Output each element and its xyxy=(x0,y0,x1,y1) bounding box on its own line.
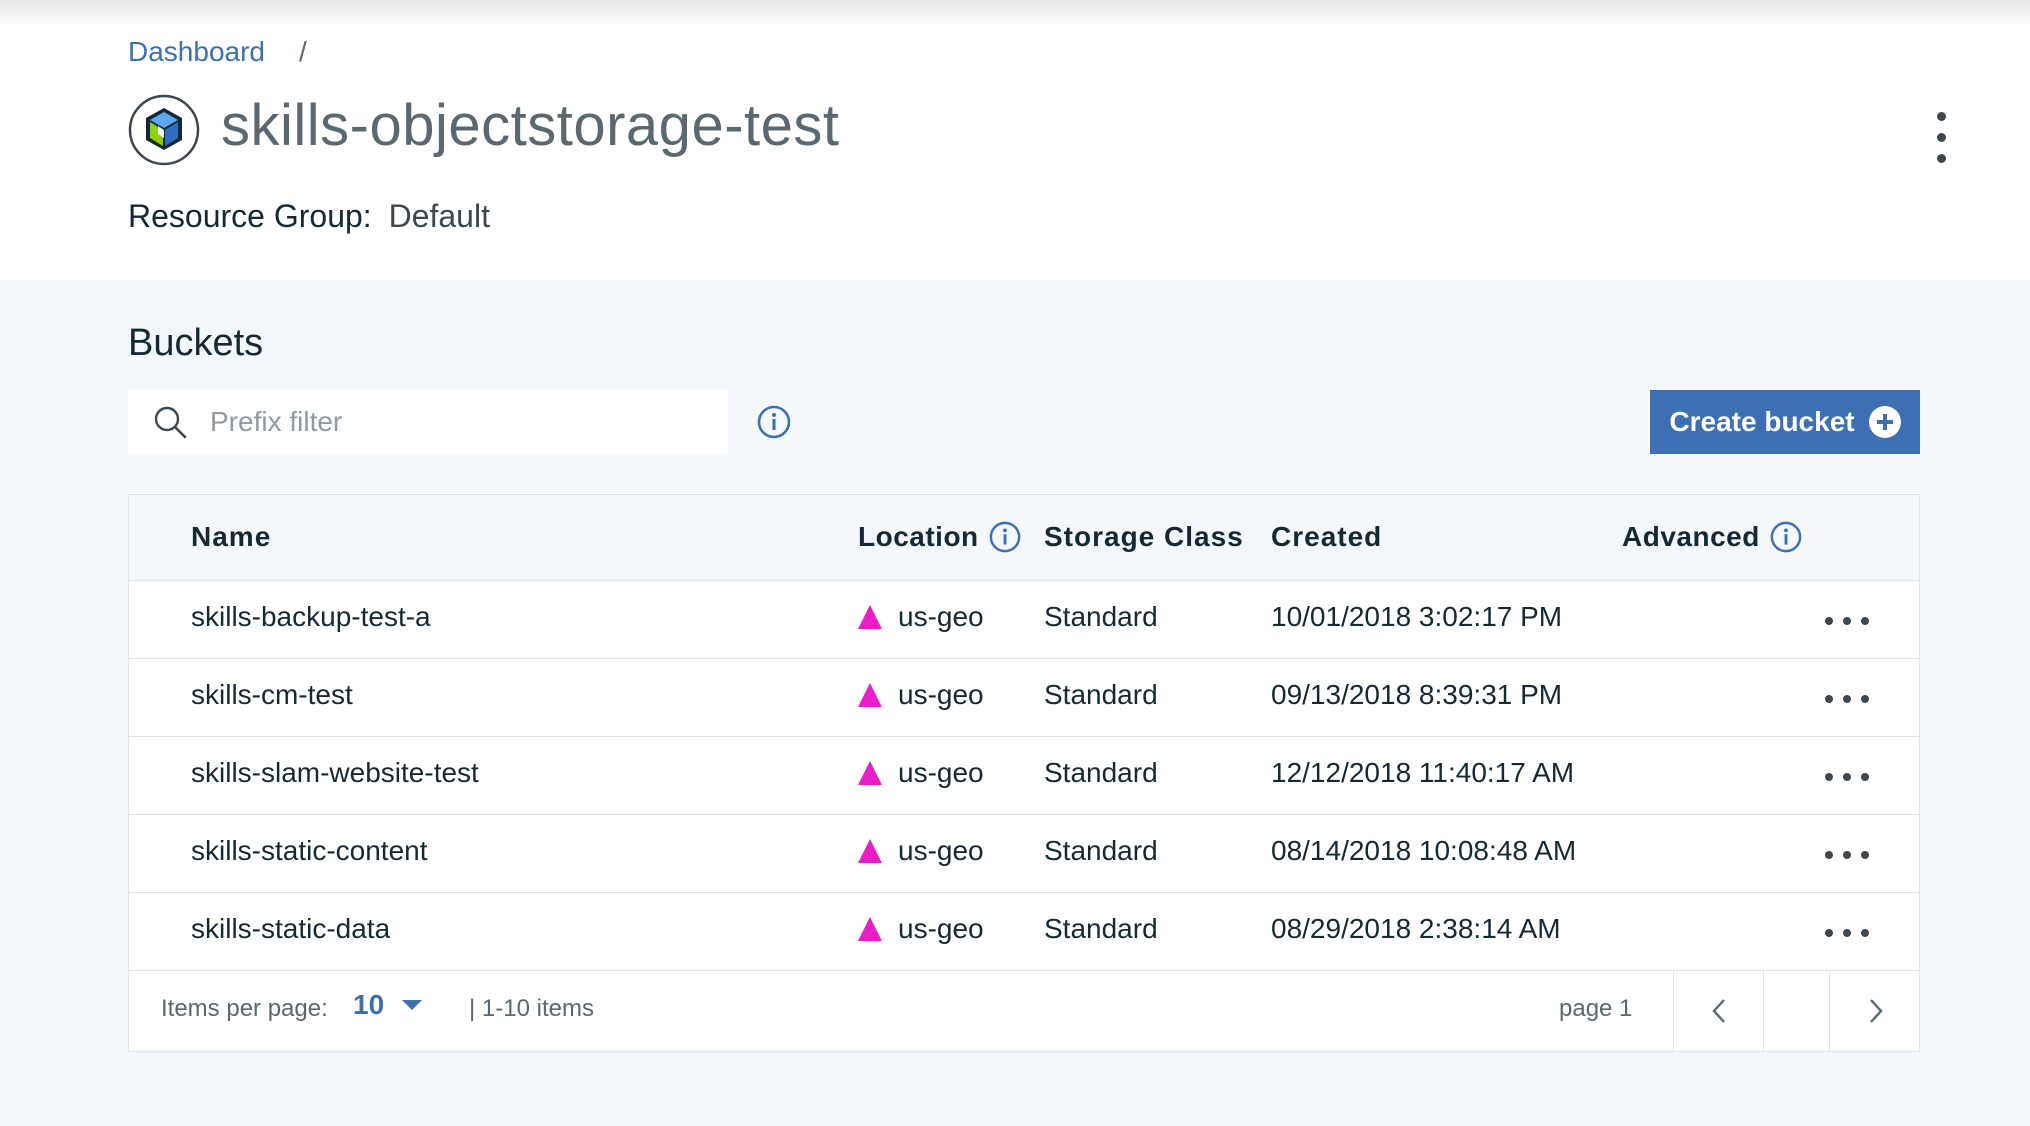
column-header-location[interactable]: Location xyxy=(858,521,1021,553)
bucket-storage-class: Standard xyxy=(1044,913,1158,944)
items-per-page-select[interactable]: 10 xyxy=(353,989,423,1021)
bucket-storage-class: Standard xyxy=(1044,679,1158,710)
location-value: us-geo xyxy=(898,835,984,866)
location-triangle-icon xyxy=(858,917,882,941)
table-row[interactable]: skills-cm-test us-geo Standard 09/13/201… xyxy=(129,659,1919,737)
buckets-table: Name Location Storage Class Created Adva… xyxy=(128,494,1920,1052)
bucket-created: 12/12/2018 11:40:17 AM xyxy=(1271,757,1575,788)
table-row[interactable]: skills-static-content us-geo Standard 08… xyxy=(129,815,1919,893)
bucket-name[interactable]: skills-static-data xyxy=(191,913,390,945)
table-row[interactable]: skills-backup-test-a us-geo Standard 10/… xyxy=(129,581,1919,659)
breadcrumb-dashboard-link[interactable]: Dashboard xyxy=(128,36,265,68)
bucket-name[interactable]: skills-static-content xyxy=(191,835,428,867)
buckets-title: Buckets xyxy=(128,322,264,364)
bucket-location: us-geo xyxy=(858,601,984,633)
location-value: us-geo xyxy=(898,757,984,788)
previous-page-button[interactable] xyxy=(1673,971,1763,1051)
add-icon xyxy=(1868,406,1901,438)
prefix-filter-input[interactable] xyxy=(210,406,690,438)
bucket-name[interactable]: skills-slam-website-test xyxy=(191,757,479,789)
info-icon[interactable] xyxy=(1770,521,1802,553)
bucket-created: 10/01/2018 3:02:17 PM xyxy=(1271,601,1563,632)
info-icon[interactable] xyxy=(757,405,791,439)
location-triangle-icon xyxy=(858,683,882,707)
search-icon xyxy=(154,406,187,439)
row-overflow-icon[interactable] xyxy=(1825,767,1873,787)
prefix-filter-search[interactable] xyxy=(128,390,728,454)
bucket-location: us-geo xyxy=(858,913,984,945)
table-header: Name Location Storage Class Created Adva… xyxy=(129,495,1919,581)
cos-service-icon xyxy=(128,94,200,166)
breadcrumb: Dashboard / xyxy=(128,36,307,68)
row-overflow-icon[interactable] xyxy=(1825,845,1873,865)
info-icon[interactable] xyxy=(989,521,1021,553)
column-header-advanced[interactable]: Advanced xyxy=(1622,521,1802,553)
location-value: us-geo xyxy=(898,679,984,710)
column-header-storage-class[interactable]: Storage Class xyxy=(1044,521,1244,553)
location-triangle-icon xyxy=(858,839,882,863)
overflow-menu-icon[interactable] xyxy=(1926,112,1956,172)
column-storage-class-label: Storage Class xyxy=(1044,521,1244,552)
bucket-name[interactable]: skills-cm-test xyxy=(191,679,353,711)
pagination: Items per page: 10 | 1-10 items page 1 xyxy=(129,971,1919,1051)
location-value: us-geo xyxy=(898,913,984,944)
row-overflow-icon[interactable] xyxy=(1825,923,1873,943)
bucket-location: us-geo xyxy=(858,679,984,711)
page-number-select[interactable] xyxy=(1763,971,1829,1051)
column-header-created[interactable]: Created xyxy=(1271,521,1382,553)
bucket-storage-class: Standard xyxy=(1044,757,1158,788)
page-indicator: page 1 xyxy=(1559,995,1633,1022)
items-per-page-label: Items per page: xyxy=(161,995,328,1022)
create-bucket-button[interactable]: Create bucket xyxy=(1650,390,1920,454)
bucket-created: 08/29/2018 2:38:14 AM xyxy=(1271,913,1561,944)
column-advanced-label: Advanced xyxy=(1622,521,1760,552)
page-header: Dashboard / skills-objectstorage-test Re… xyxy=(0,0,2030,280)
bucket-created: 09/13/2018 8:39:31 PM xyxy=(1271,679,1563,710)
row-overflow-icon[interactable] xyxy=(1825,611,1873,631)
next-page-button[interactable] xyxy=(1829,971,1921,1051)
items-range: | 1-10 items xyxy=(469,995,594,1022)
breadcrumb-separator: / xyxy=(298,36,307,67)
column-name-label: Name xyxy=(191,521,272,552)
resource-group: Resource Group: Default xyxy=(128,198,490,235)
items-per-page-value: 10 xyxy=(353,989,385,1020)
column-location-label: Location xyxy=(858,521,979,552)
resource-group-value: Default xyxy=(388,198,490,234)
bucket-location: us-geo xyxy=(858,835,984,867)
location-triangle-icon xyxy=(858,761,882,785)
chevron-left-icon xyxy=(1711,999,1725,1023)
table-row[interactable]: skills-static-data us-geo Standard 08/29… xyxy=(129,893,1919,971)
top-shadow xyxy=(0,0,2030,26)
chevron-down-icon xyxy=(402,1000,423,1010)
bucket-storage-class: Standard xyxy=(1044,601,1158,632)
bucket-created: 08/14/2018 10:08:48 AM xyxy=(1271,835,1577,866)
resource-group-label: Resource Group: xyxy=(128,198,372,234)
page-title: skills-objectstorage-test xyxy=(221,93,840,158)
chevron-right-icon xyxy=(1869,999,1883,1023)
row-overflow-icon[interactable] xyxy=(1825,689,1873,709)
bucket-location: us-geo xyxy=(858,757,984,789)
bucket-name[interactable]: skills-backup-test-a xyxy=(191,601,431,633)
column-header-name[interactable]: Name xyxy=(191,521,271,553)
table-row[interactable]: skills-slam-website-test us-geo Standard… xyxy=(129,737,1919,815)
create-bucket-label: Create bucket xyxy=(1669,406,1855,437)
location-value: us-geo xyxy=(898,601,984,632)
bucket-storage-class: Standard xyxy=(1044,835,1158,866)
location-triangle-icon xyxy=(858,605,882,629)
column-created-label: Created xyxy=(1271,521,1383,552)
